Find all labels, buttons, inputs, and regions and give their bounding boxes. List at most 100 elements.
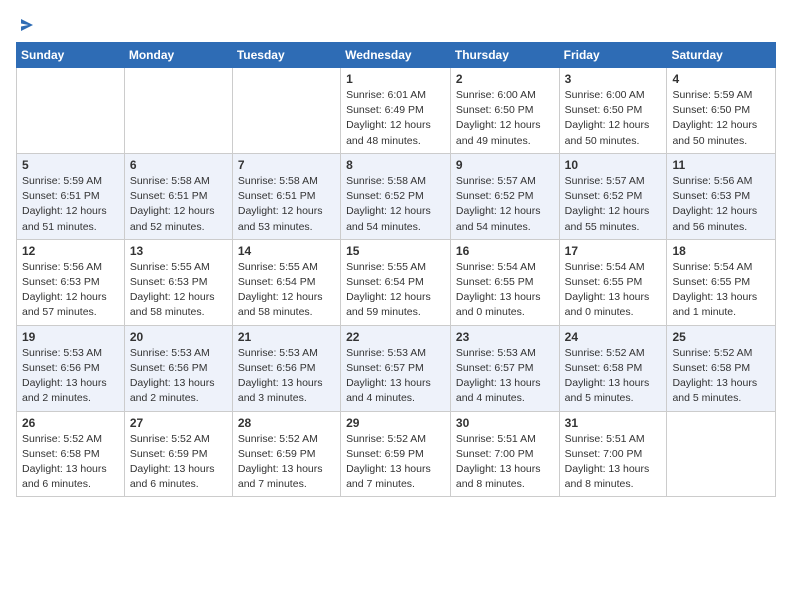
day-info: Sunrise: 5:56 AM Sunset: 6:53 PM Dayligh… bbox=[672, 174, 770, 235]
day-info: Sunrise: 5:56 AM Sunset: 6:53 PM Dayligh… bbox=[22, 260, 119, 321]
day-number: 6 bbox=[130, 158, 227, 172]
day-cell: 1 Sunrise: 6:01 AM Sunset: 6:49 PM Daylig… bbox=[341, 68, 451, 154]
day-cell bbox=[124, 68, 232, 154]
weekday-header-friday: Friday bbox=[559, 43, 667, 68]
day-number: 30 bbox=[456, 416, 554, 430]
weekday-header-tuesday: Tuesday bbox=[232, 43, 340, 68]
week-row-5: 26 Sunrise: 5:52 AM Sunset: 6:58 PM Dayli… bbox=[17, 411, 776, 497]
day-cell: 24 Sunrise: 5:52 AM Sunset: 6:58 PM Dayli… bbox=[559, 325, 667, 411]
day-cell: 13 Sunrise: 5:55 AM Sunset: 6:53 PM Dayli… bbox=[124, 239, 232, 325]
calendar-table: SundayMondayTuesdayWednesdayThursdayFrid… bbox=[16, 42, 776, 497]
day-cell: 8 Sunrise: 5:58 AM Sunset: 6:52 PM Daylig… bbox=[341, 153, 451, 239]
day-info: Sunrise: 5:53 AM Sunset: 6:56 PM Dayligh… bbox=[22, 346, 119, 407]
day-cell: 5 Sunrise: 5:59 AM Sunset: 6:51 PM Daylig… bbox=[17, 153, 125, 239]
weekday-header-sunday: Sunday bbox=[17, 43, 125, 68]
day-cell: 4 Sunrise: 5:59 AM Sunset: 6:50 PM Daylig… bbox=[667, 68, 776, 154]
day-cell: 7 Sunrise: 5:58 AM Sunset: 6:51 PM Daylig… bbox=[232, 153, 340, 239]
weekday-header-row: SundayMondayTuesdayWednesdayThursdayFrid… bbox=[17, 43, 776, 68]
day-info: Sunrise: 5:59 AM Sunset: 6:51 PM Dayligh… bbox=[22, 174, 119, 235]
day-number: 12 bbox=[22, 244, 119, 258]
day-number: 26 bbox=[22, 416, 119, 430]
day-number: 16 bbox=[456, 244, 554, 258]
weekday-header-saturday: Saturday bbox=[667, 43, 776, 68]
day-info: Sunrise: 5:59 AM Sunset: 6:50 PM Dayligh… bbox=[672, 88, 770, 149]
weekday-header-wednesday: Wednesday bbox=[341, 43, 451, 68]
header bbox=[16, 16, 776, 32]
day-info: Sunrise: 5:53 AM Sunset: 6:56 PM Dayligh… bbox=[238, 346, 335, 407]
day-info: Sunrise: 5:54 AM Sunset: 6:55 PM Dayligh… bbox=[456, 260, 554, 321]
day-info: Sunrise: 5:51 AM Sunset: 7:00 PM Dayligh… bbox=[565, 432, 662, 493]
week-row-3: 12 Sunrise: 5:56 AM Sunset: 6:53 PM Dayli… bbox=[17, 239, 776, 325]
day-cell: 10 Sunrise: 5:57 AM Sunset: 6:52 PM Dayli… bbox=[559, 153, 667, 239]
day-number: 15 bbox=[346, 244, 445, 258]
day-cell: 9 Sunrise: 5:57 AM Sunset: 6:52 PM Daylig… bbox=[450, 153, 559, 239]
day-number: 8 bbox=[346, 158, 445, 172]
day-cell: 30Sunrise: 5:51 AM Sunset: 7:00 PM Dayli… bbox=[450, 411, 559, 497]
day-number: 17 bbox=[565, 244, 662, 258]
day-number: 28 bbox=[238, 416, 335, 430]
day-cell: 11 Sunrise: 5:56 AM Sunset: 6:53 PM Dayli… bbox=[667, 153, 776, 239]
day-info: Sunrise: 5:53 AM Sunset: 6:57 PM Dayligh… bbox=[346, 346, 445, 407]
day-info: Sunrise: 5:52 AM Sunset: 6:59 PM Dayligh… bbox=[346, 432, 445, 493]
day-cell: 20Sunrise: 5:53 AM Sunset: 6:56 PM Dayli… bbox=[124, 325, 232, 411]
day-cell bbox=[667, 411, 776, 497]
day-number: 25 bbox=[672, 330, 770, 344]
day-info: Sunrise: 5:52 AM Sunset: 6:58 PM Dayligh… bbox=[22, 432, 119, 493]
logo-icon bbox=[18, 16, 36, 34]
day-info: Sunrise: 5:55 AM Sunset: 6:54 PM Dayligh… bbox=[238, 260, 335, 321]
day-cell: 27Sunrise: 5:52 AM Sunset: 6:59 PM Dayli… bbox=[124, 411, 232, 497]
logo bbox=[16, 16, 36, 32]
day-cell: 18 Sunrise: 5:54 AM Sunset: 6:55 PM Dayli… bbox=[667, 239, 776, 325]
day-number: 23 bbox=[456, 330, 554, 344]
day-number: 14 bbox=[238, 244, 335, 258]
day-number: 1 bbox=[346, 72, 445, 86]
day-number: 24 bbox=[565, 330, 662, 344]
day-number: 18 bbox=[672, 244, 770, 258]
day-number: 9 bbox=[456, 158, 554, 172]
day-info: Sunrise: 5:58 AM Sunset: 6:51 PM Dayligh… bbox=[130, 174, 227, 235]
day-info: Sunrise: 5:58 AM Sunset: 6:52 PM Dayligh… bbox=[346, 174, 445, 235]
week-row-4: 19Sunrise: 5:53 AM Sunset: 6:56 PM Dayli… bbox=[17, 325, 776, 411]
day-cell: 21 Sunrise: 5:53 AM Sunset: 6:56 PM Dayli… bbox=[232, 325, 340, 411]
day-number: 2 bbox=[456, 72, 554, 86]
day-number: 29 bbox=[346, 416, 445, 430]
day-number: 22 bbox=[346, 330, 445, 344]
day-cell: 2 Sunrise: 6:00 AM Sunset: 6:50 PM Daylig… bbox=[450, 68, 559, 154]
day-info: Sunrise: 6:01 AM Sunset: 6:49 PM Dayligh… bbox=[346, 88, 445, 149]
day-cell bbox=[17, 68, 125, 154]
day-info: Sunrise: 5:54 AM Sunset: 6:55 PM Dayligh… bbox=[565, 260, 662, 321]
week-row-1: 1 Sunrise: 6:01 AM Sunset: 6:49 PM Daylig… bbox=[17, 68, 776, 154]
day-cell: 31 Sunrise: 5:51 AM Sunset: 7:00 PM Dayli… bbox=[559, 411, 667, 497]
day-cell: 22 Sunrise: 5:53 AM Sunset: 6:57 PM Dayli… bbox=[341, 325, 451, 411]
day-number: 11 bbox=[672, 158, 770, 172]
day-number: 7 bbox=[238, 158, 335, 172]
day-cell: 19Sunrise: 5:53 AM Sunset: 6:56 PM Dayli… bbox=[17, 325, 125, 411]
day-info: Sunrise: 5:52 AM Sunset: 6:58 PM Dayligh… bbox=[672, 346, 770, 407]
day-cell: 29 Sunrise: 5:52 AM Sunset: 6:59 PM Dayli… bbox=[341, 411, 451, 497]
day-number: 13 bbox=[130, 244, 227, 258]
weekday-header-thursday: Thursday bbox=[450, 43, 559, 68]
day-number: 5 bbox=[22, 158, 119, 172]
day-info: Sunrise: 5:54 AM Sunset: 6:55 PM Dayligh… bbox=[672, 260, 770, 321]
day-info: Sunrise: 5:55 AM Sunset: 6:53 PM Dayligh… bbox=[130, 260, 227, 321]
day-info: Sunrise: 5:57 AM Sunset: 6:52 PM Dayligh… bbox=[456, 174, 554, 235]
day-info: Sunrise: 6:00 AM Sunset: 6:50 PM Dayligh… bbox=[565, 88, 662, 149]
day-info: Sunrise: 5:53 AM Sunset: 6:57 PM Dayligh… bbox=[456, 346, 554, 407]
day-number: 10 bbox=[565, 158, 662, 172]
day-cell: 16 Sunrise: 5:54 AM Sunset: 6:55 PM Dayli… bbox=[450, 239, 559, 325]
day-info: Sunrise: 5:57 AM Sunset: 6:52 PM Dayligh… bbox=[565, 174, 662, 235]
day-info: Sunrise: 5:52 AM Sunset: 6:59 PM Dayligh… bbox=[238, 432, 335, 493]
day-info: Sunrise: 5:58 AM Sunset: 6:51 PM Dayligh… bbox=[238, 174, 335, 235]
day-number: 4 bbox=[672, 72, 770, 86]
day-cell: 14 Sunrise: 5:55 AM Sunset: 6:54 PM Dayli… bbox=[232, 239, 340, 325]
day-number: 3 bbox=[565, 72, 662, 86]
day-cell: 28 Sunrise: 5:52 AM Sunset: 6:59 PM Dayli… bbox=[232, 411, 340, 497]
day-info: Sunrise: 6:00 AM Sunset: 6:50 PM Dayligh… bbox=[456, 88, 554, 149]
day-number: 21 bbox=[238, 330, 335, 344]
day-info: Sunrise: 5:52 AM Sunset: 6:58 PM Dayligh… bbox=[565, 346, 662, 407]
day-cell bbox=[232, 68, 340, 154]
day-info: Sunrise: 5:52 AM Sunset: 6:59 PM Dayligh… bbox=[130, 432, 227, 493]
day-cell: 15Sunrise: 5:55 AM Sunset: 6:54 PM Dayli… bbox=[341, 239, 451, 325]
weekday-header-monday: Monday bbox=[124, 43, 232, 68]
day-number: 31 bbox=[565, 416, 662, 430]
